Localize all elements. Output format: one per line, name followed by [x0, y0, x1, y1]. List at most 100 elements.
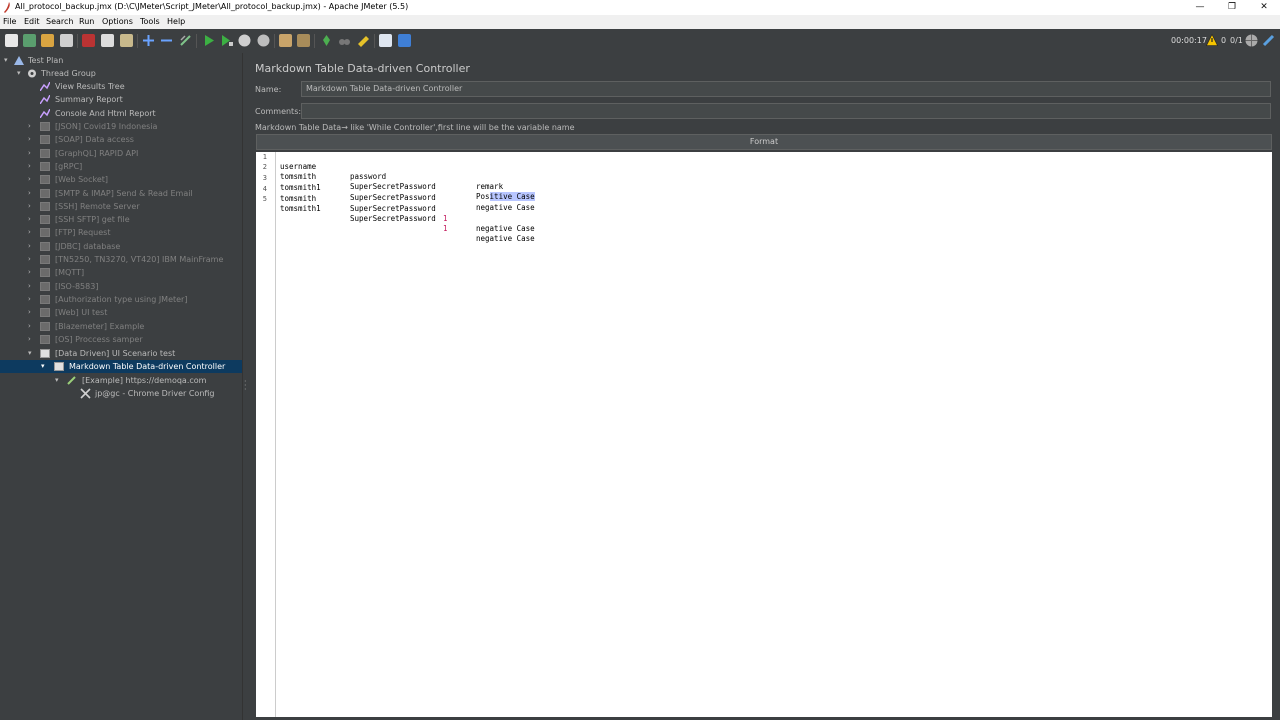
chevron-down-icon[interactable]: ▾ — [41, 360, 49, 373]
chevron-right-icon[interactable]: › — [28, 173, 36, 186]
tree-node-disabled-sampler[interactable]: › [OS] Proccess samper — [28, 333, 228, 346]
test-plan-icon — [14, 56, 24, 65]
menu-edit[interactable]: Edit — [24, 17, 40, 26]
chevron-right-icon[interactable]: › — [28, 333, 36, 346]
cell-separator: 1 — [443, 224, 448, 233]
save-icon[interactable] — [60, 34, 73, 47]
tree-node-disabled-sampler[interactable]: › [SOAP] Data access — [28, 133, 228, 146]
chevron-down-icon[interactable]: ▾ — [55, 374, 63, 387]
menu-search[interactable]: Search — [46, 17, 73, 26]
tree-node-disabled-sampler[interactable]: › [GraphQL] RAPID API — [28, 147, 228, 160]
tree-node-example-demoqa[interactable]: ▾ [Example] https://demoqa.com — [55, 374, 235, 387]
toggle-icon[interactable] — [179, 34, 192, 47]
tree-label: [SMTP & IMAP] Send & Read Email — [55, 188, 193, 198]
tree-node-view-results-tree[interactable]: View Results Tree — [40, 80, 230, 93]
shutdown-icon[interactable] — [257, 34, 270, 47]
tree-node-disabled-sampler[interactable]: › [SSH] Remote Server — [28, 200, 228, 213]
chevron-right-icon[interactable]: › — [28, 133, 36, 146]
chevron-right-icon[interactable]: › — [28, 320, 36, 333]
open-icon[interactable] — [41, 34, 54, 47]
binoculars-icon[interactable] — [338, 34, 351, 47]
chevron-down-icon[interactable]: ▾ — [17, 67, 25, 80]
tree-node-disabled-sampler[interactable]: › [TN5250, TN3270, VT420] IBM MainFrame — [28, 253, 228, 266]
code-area[interactable]: username password remark tomsmith SuperS… — [276, 152, 1272, 717]
copy-icon[interactable] — [101, 34, 114, 47]
chevron-down-icon[interactable]: ▾ — [4, 54, 12, 67]
tree-node-disabled-sampler[interactable]: › [SMTP & IMAP] Send & Read Email — [28, 187, 228, 200]
stop-icon[interactable] — [238, 34, 251, 47]
collapse-icon[interactable] — [160, 34, 173, 47]
chevron-right-icon[interactable]: › — [28, 187, 36, 200]
disabled-controller-icon — [40, 321, 50, 331]
new-icon[interactable] — [5, 34, 18, 47]
line-number-gutter: 1 2 3 4 5 — [256, 152, 276, 717]
tree-label: View Results Tree — [55, 82, 125, 91]
paste-icon[interactable] — [120, 34, 133, 47]
tree-label: Markdown Table Data-driven Controller — [69, 362, 226, 371]
cut-icon[interactable] — [82, 34, 95, 47]
tree-node-disabled-sampler[interactable]: › [ISO-8583] — [28, 280, 228, 293]
clear-icon[interactable] — [279, 34, 292, 47]
tree-node-disabled-sampler[interactable]: › [Web Socket] — [28, 173, 228, 186]
splitter-grip-icon[interactable]: · · · — [244, 378, 247, 394]
warning-icon[interactable] — [1206, 34, 1218, 46]
tree-node-disabled-sampler[interactable]: › [gRPC] — [28, 160, 228, 173]
tree-label: [Authorization type using JMeter] — [55, 294, 188, 304]
tree-node-disabled-sampler[interactable]: › [SSH SFTP] get file — [28, 213, 228, 226]
tree-node-markdown-controller[interactable]: ▾ Markdown Table Data-driven Controller — [0, 360, 242, 373]
search-icon[interactable] — [320, 34, 333, 47]
thread-count: 0/1 — [1230, 36, 1243, 45]
menu-tools[interactable]: Tools — [140, 17, 160, 26]
chevron-right-icon[interactable]: › — [28, 280, 36, 293]
clear-all-icon[interactable] — [297, 34, 310, 47]
close-button[interactable]: ✕ — [1244, 0, 1280, 15]
toolbar-separator — [374, 34, 375, 48]
chevron-right-icon[interactable]: › — [28, 306, 36, 319]
chevron-right-icon[interactable]: › — [28, 253, 36, 266]
chevron-right-icon[interactable]: › — [28, 293, 36, 306]
markdown-table-editor[interactable]: 1 2 3 4 5 username password remark tomsm… — [256, 152, 1272, 717]
plugins-manager-icon[interactable] — [1262, 34, 1275, 47]
menu-options[interactable]: Options — [102, 17, 133, 26]
tree-node-console-html-report[interactable]: Console And Html Report — [40, 107, 230, 120]
start-no-pauses-icon[interactable] — [220, 34, 233, 47]
format-button[interactable]: Format — [256, 134, 1272, 150]
tree-node-disabled-sampler[interactable]: › [MQTT] — [28, 266, 228, 279]
chevron-right-icon[interactable]: › — [28, 200, 36, 213]
chevron-right-icon[interactable]: › — [28, 266, 36, 279]
tree-node-test-plan[interactable]: ▾ Test Plan — [4, 54, 204, 67]
tree-node-chrome-driver-config[interactable]: jp@gc - Chrome Driver Config — [80, 387, 240, 400]
tree-node-disabled-sampler[interactable]: › [Web] UI test — [28, 306, 228, 319]
reset-search-icon[interactable] — [357, 34, 370, 47]
tree-node-disabled-sampler[interactable]: › [JSON] Covid19 Indonesia — [28, 120, 228, 133]
start-icon[interactable] — [202, 34, 215, 47]
chevron-right-icon[interactable]: › — [28, 160, 36, 173]
chevron-right-icon[interactable]: › — [28, 213, 36, 226]
tree-node-disabled-sampler[interactable]: › [Blazemeter] Example — [28, 320, 228, 333]
cell-password: SuperSecretPassword — [350, 204, 436, 213]
help-icon[interactable] — [398, 34, 411, 47]
menu-run[interactable]: Run — [79, 17, 94, 26]
listener-chart-icon — [40, 95, 50, 104]
name-field[interactable]: Markdown Table Data-driven Controller — [301, 81, 1271, 97]
menu-help[interactable]: Help — [167, 17, 185, 26]
disabled-controller-icon — [40, 268, 50, 278]
chevron-right-icon[interactable]: › — [28, 120, 36, 133]
function-helper-icon[interactable] — [379, 34, 392, 47]
tree-node-summary-report[interactable]: Summary Report — [40, 93, 230, 106]
tree-node-data-driven-scenario[interactable]: ▾ [Data Driven] UI Scenario test — [28, 347, 218, 360]
chevron-right-icon[interactable]: › — [28, 226, 36, 239]
menu-file[interactable]: File — [3, 17, 16, 26]
tree-node-disabled-sampler[interactable]: › [JDBC] database — [28, 240, 228, 253]
tree-node-disabled-sampler[interactable]: › [FTP] Request — [28, 226, 228, 239]
templates-icon[interactable] — [23, 34, 36, 47]
chevron-right-icon[interactable]: › — [28, 240, 36, 253]
chevron-down-icon[interactable]: ▾ — [28, 347, 36, 360]
editor-scrollbar[interactable] — [1272, 152, 1279, 717]
chevron-right-icon[interactable]: › — [28, 147, 36, 160]
comments-field[interactable] — [301, 103, 1271, 119]
expand-icon[interactable] — [142, 34, 155, 47]
tree-node-disabled-sampler[interactable]: › [Authorization type using JMeter] — [28, 293, 228, 306]
tree-node-thread-group[interactable]: ▾ Thread Group — [17, 67, 217, 80]
remote-globe-icon[interactable] — [1245, 34, 1258, 47]
